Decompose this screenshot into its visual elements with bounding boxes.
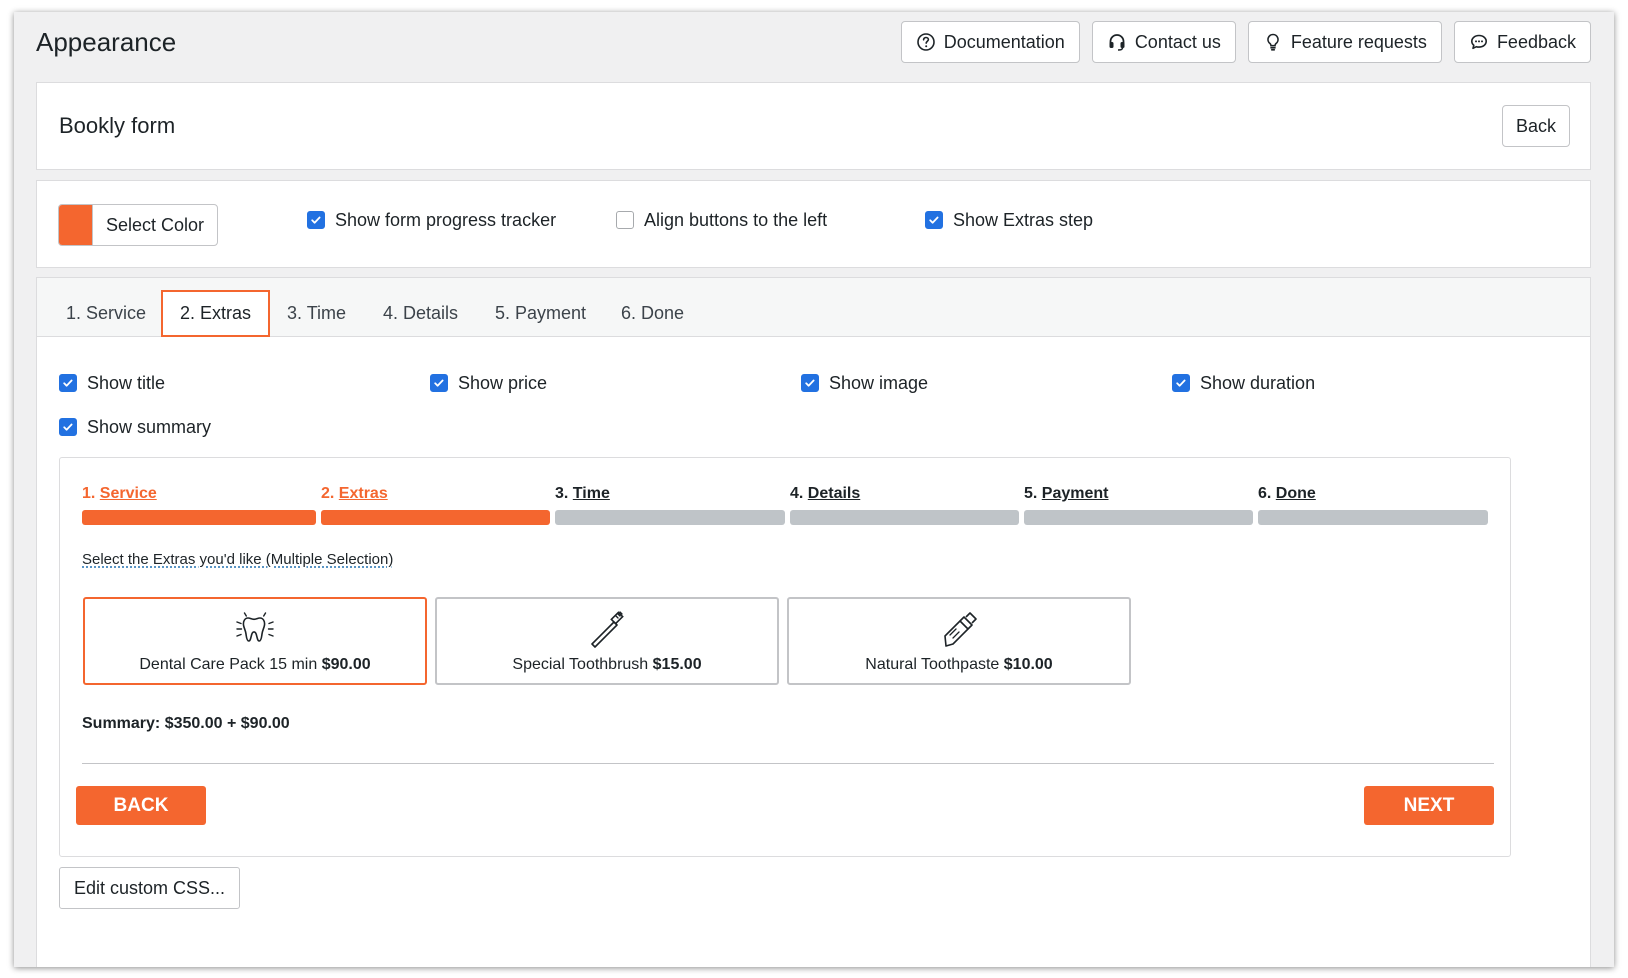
feature-requests-button[interactable]: Feature requests: [1247, 21, 1442, 63]
show-extras-step-label: Show Extras step: [953, 210, 1094, 230]
show-title-option[interactable]: Show title: [59, 372, 165, 394]
contact-us-label: Contact us: [1134, 31, 1221, 52]
documentation-button[interactable]: Documentation: [900, 21, 1080, 63]
progress-bar-payment: [1024, 510, 1253, 525]
form-back-button[interactable]: BACK: [76, 786, 206, 825]
show-duration-checkbox[interactable]: [1172, 374, 1190, 392]
align-buttons-left-checkbox[interactable]: [616, 211, 634, 229]
show-price-checkbox[interactable]: [430, 374, 448, 392]
form-title: Bookly form: [59, 113, 176, 138]
extra-label: Dental Care Pack 15 min $90.00: [85, 656, 425, 674]
settings-card: Select Color Show form progress tracker …: [36, 180, 1591, 268]
extra-price: $90.00: [321, 656, 371, 673]
show-image-label: Show image: [829, 373, 929, 393]
tooth-icon: [235, 609, 275, 649]
show-progress-tracker-option[interactable]: Show form progress tracker: [307, 209, 556, 231]
tab-payment[interactable]: 5. Payment: [495, 290, 586, 336]
progress-bar-service: [82, 510, 316, 525]
extra-price: $15.00: [652, 656, 702, 673]
form-next-button[interactable]: NEXT: [1364, 786, 1494, 825]
tab-extras[interactable]: 2. Extras: [161, 290, 271, 337]
show-summary-checkbox[interactable]: [59, 418, 77, 436]
headset-icon: [1107, 32, 1127, 52]
steps-tab-bar: 1. Service 2. Extras 3. Time 4. Details …: [37, 278, 1590, 337]
progress-step-time: 3. Time: [555, 485, 610, 502]
progress-step-extras: 2. Extras: [321, 485, 388, 502]
progress-bar-extras: [321, 510, 550, 525]
tab-done[interactable]: 6. Done: [621, 290, 684, 336]
question-circle-icon: [916, 32, 936, 52]
tab-service[interactable]: 1. Service: [66, 290, 146, 336]
toothbrush-icon: [587, 609, 627, 649]
align-buttons-left-label: Align buttons to the left: [644, 210, 828, 230]
progress-bar-done: [1258, 510, 1488, 525]
show-price-option[interactable]: Show price: [430, 372, 547, 394]
progress-step-payment: 5. Payment: [1024, 485, 1109, 502]
show-extras-step-checkbox[interactable]: [925, 211, 943, 229]
extra-name: Special Toothbrush: [512, 656, 649, 673]
feedback-label: Feedback: [1496, 31, 1576, 52]
extra-natural-toothpaste[interactable]: Natural Toothpaste $10.00: [787, 597, 1131, 685]
tab-details[interactable]: 4. Details: [383, 290, 458, 336]
back-button[interactable]: Back: [1501, 105, 1570, 147]
show-duration-option[interactable]: Show duration: [1172, 372, 1315, 394]
show-extras-step-option[interactable]: Show Extras step: [925, 209, 1093, 231]
progress-bar-time: [555, 510, 785, 525]
extra-dental-care-pack[interactable]: Dental Care Pack 15 min $90.00: [83, 597, 427, 685]
align-buttons-left-option[interactable]: Align buttons to the left: [616, 209, 827, 231]
app-window: Appearance Documentation Contact us Feat…: [14, 12, 1614, 967]
edit-custom-css-button[interactable]: Edit custom CSS...: [59, 867, 241, 909]
color-swatch: [59, 205, 92, 245]
extra-name: Natural Toothpaste: [865, 656, 1000, 673]
progress-step-service: 1. Service: [82, 485, 157, 502]
extra-label: Natural Toothpaste $10.00: [789, 656, 1129, 674]
select-color-button[interactable]: Select Color: [58, 204, 218, 246]
progress-bar-details: [790, 510, 1019, 525]
show-summary-option[interactable]: Show summary: [59, 416, 211, 438]
extra-label: Special Toothbrush $15.00: [437, 656, 777, 674]
top-buttons: Documentation Contact us Feature request…: [900, 21, 1591, 63]
form-header-card: Bookly form Back: [36, 82, 1591, 170]
show-progress-tracker-checkbox[interactable]: [307, 211, 325, 229]
show-summary-label: Show summary: [87, 417, 212, 437]
documentation-label: Documentation: [943, 31, 1065, 52]
chat-bubble-icon: [1469, 32, 1489, 52]
tab-time[interactable]: 3. Time: [287, 290, 346, 336]
show-duration-label: Show duration: [1200, 373, 1316, 393]
show-image-option[interactable]: Show image: [801, 372, 928, 394]
show-price-label: Show price: [458, 373, 548, 393]
contact-us-button[interactable]: Contact us: [1091, 21, 1236, 63]
form-preview: 1. Service 2. Extras 3. Time 4. Details …: [59, 457, 1511, 857]
editor-card: 1. Service 2. Extras 3. Time 4. Details …: [36, 277, 1591, 967]
extra-price: $10.00: [1003, 656, 1053, 673]
page-title: Appearance: [36, 27, 177, 57]
summary-text: Summary: $350.00 + $90.00: [82, 715, 290, 732]
feature-requests-label: Feature requests: [1290, 31, 1427, 52]
progress-step-done: 6. Done: [1258, 485, 1316, 502]
extra-name: Dental Care Pack 15 min: [139, 656, 318, 673]
feedback-button[interactable]: Feedback: [1453, 21, 1591, 63]
divider: [82, 763, 1494, 764]
progress-step-details: 4. Details: [790, 485, 861, 502]
extra-special-toothbrush[interactable]: Special Toothbrush $15.00: [435, 597, 779, 685]
lightbulb-icon: [1263, 32, 1283, 52]
select-color-label: Select Color: [92, 205, 217, 245]
show-title-label: Show title: [87, 373, 166, 393]
show-progress-tracker-label: Show form progress tracker: [335, 210, 557, 230]
toothpaste-icon: [939, 609, 979, 649]
extras-hint: Select the Extras you'd like (Multiple S…: [82, 551, 394, 568]
show-image-checkbox[interactable]: [801, 374, 819, 392]
show-title-checkbox[interactable]: [59, 374, 77, 392]
